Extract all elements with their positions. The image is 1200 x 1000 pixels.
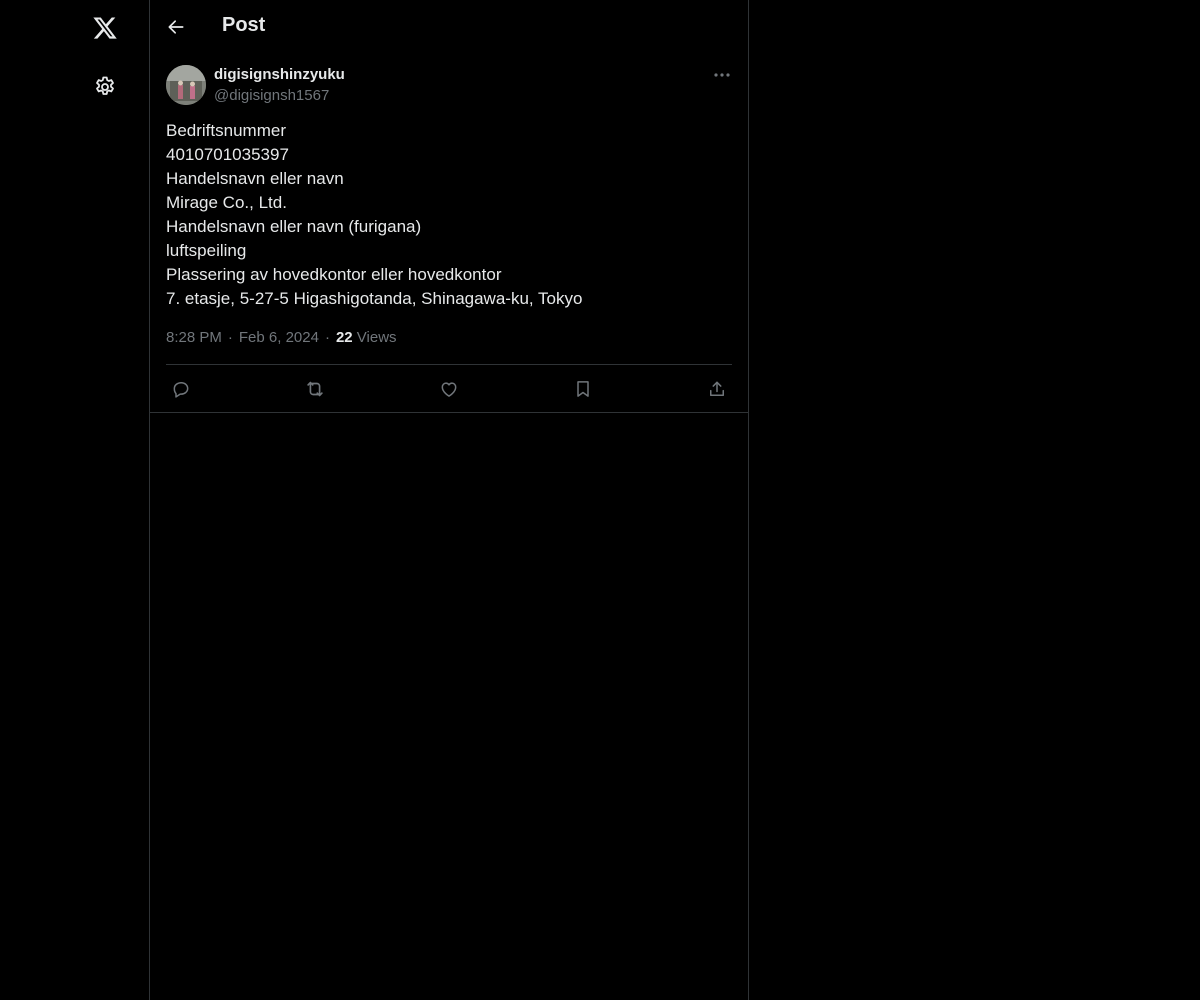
share-icon [707,379,727,399]
post-text-line: Bedriftsnummer [166,121,286,140]
bookmark-button[interactable] [569,376,597,402]
avatar[interactable] [166,65,206,105]
post-text-line: luftspeiling [166,241,247,260]
like-button[interactable] [435,376,463,402]
author-name[interactable]: digisignshinzyuku [214,66,345,83]
post-text-line: Plassering av hovedkontor eller hovedkon… [166,265,502,284]
bookmark-icon [573,379,593,399]
more-options-button[interactable] [708,63,736,87]
separator: · [227,329,233,346]
x-logo-icon [91,15,119,41]
page-header: Post [150,0,748,53]
author-handle[interactable]: @digisignsh1567 [214,87,329,104]
post-text-line: 4010701035397 [166,145,289,164]
like-icon [439,379,459,399]
arrow-left-icon [166,17,186,37]
post-text-line: Mirage Co., Ltd. [166,193,287,212]
post-actions [150,365,748,412]
page-title: Post [222,14,266,36]
post-text-line: Handelsnavn eller navn [166,169,344,188]
post-text: Bedriftsnummer 4010701035397 Handelsnavn… [166,119,732,311]
left-nav [0,0,150,1000]
post-text-line: Handelsnavn eller navn (furigana) [166,217,422,236]
settings-button[interactable] [85,67,125,107]
post-date[interactable]: Feb 6, 2024 [239,329,319,346]
post-text-line: 7. etasje, 5-27-5 Higashigotanda, Shinag… [166,289,583,308]
more-horizontal-icon [713,72,731,78]
separator: · [324,329,330,346]
gear-icon [93,75,117,99]
repost-button[interactable] [301,376,329,402]
main-column: Post digisignshinzyuku @digisignsh1567 B… [150,0,749,1000]
post: digisignshinzyuku @digisignsh1567 Bedrif… [150,53,748,413]
reply-button[interactable] [167,376,195,402]
back-button[interactable] [160,11,192,43]
post-time[interactable]: 8:28 PM [166,329,222,346]
post-metadata: 8:28 PM · Feb 6, 2024 · 22 Views [166,329,397,346]
reply-icon [171,379,191,399]
views-count: 22 [335,329,353,346]
share-button[interactable] [703,376,731,402]
x-logo-button[interactable] [85,8,125,48]
app-window: Post digisignshinzyuku @digisignsh1567 B… [0,0,1200,1000]
repost-icon [304,378,326,400]
views-label: Views [356,329,397,346]
